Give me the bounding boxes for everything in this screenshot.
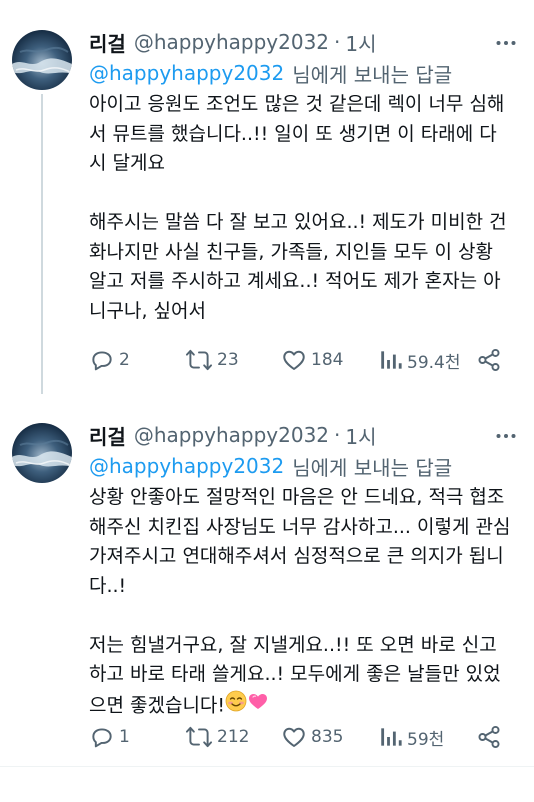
views-count: 59천 [407,729,445,750]
pink-heart-emoji [247,690,269,722]
views-button[interactable]: 59천 [379,720,444,754]
share-icon [478,348,500,372]
reply-context-label: 님에게 보내는 답글 [292,62,453,87]
share-button[interactable] [476,720,506,754]
tweet-header: 리걸 @happyhappy2032 · 1시 [89,27,377,57]
author-handle[interactable]: @happyhappy2032 [134,423,329,447]
tweet-text: 아이고 응원도 조언도 많은 것 같은데 렉이 너무 심해서 뮤트를 했습니다.… [89,90,514,326]
reply-count: 2 [119,350,130,370]
author-name[interactable]: 리걸 [89,28,126,57]
reply-button[interactable]: 1 [89,720,130,754]
retweet-button[interactable]: 23 [185,343,239,377]
action-bar: 1 212 835 59천 [89,720,509,754]
views-icon [381,728,402,746]
retweet-count: 212 [217,727,250,747]
timestamp[interactable]: 1시 [345,28,376,57]
reply-mention-link[interactable]: @happyhappy2032 [89,454,284,478]
tweet[interactable]: 리걸 @happyhappy2032 · 1시 @happyhappy2032 … [0,0,534,394]
author-name[interactable]: 리걸 [89,421,126,450]
more-icon[interactable] [495,425,517,447]
timeline-divider [0,766,534,767]
separator-dot: · [334,423,341,447]
retweet-icon [185,349,213,371]
share-button[interactable] [476,343,506,377]
tweet-paragraph-text: 저는 힘낼거구요, 잘 지낼게요..!! 또 오면 바로 신고하고 바로 타래 … [89,633,501,716]
heart-icon [283,350,305,370]
action-bar: 2 23 184 59.4천 [89,343,509,377]
tweet-paragraph: 아이고 응원도 조언도 많은 것 같은데 렉이 너무 심해서 뮤트를 했습니다.… [89,93,505,174]
tweet-paragraph: 저는 힘낼거구요, 잘 지낼게요..!! 또 오면 바로 신고하고 바로 타래 … [89,631,514,722]
smiling-face-emoji [225,690,247,722]
share-icon [478,725,500,749]
reply-mention-link[interactable]: @happyhappy2032 [89,61,284,85]
tweet-paragraph: 상황 안좋아도 절망적인 마음은 안 드네요, 적극 협조해주신 치킨집 사장님… [89,486,511,597]
more-icon[interactable] [495,32,517,54]
avatar[interactable] [12,30,72,90]
reply-count: 1 [119,727,130,747]
reply-icon [92,351,112,371]
retweet-button[interactable]: 212 [185,720,249,754]
like-count: 835 [311,727,344,747]
reply-button[interactable]: 2 [89,343,130,377]
views-count: 59.4천 [407,352,461,373]
tweet-text: 상황 안좋아도 절망적인 마음은 안 드네요, 적극 협조해주신 치킨집 사장님… [89,483,514,721]
reply-icon [92,728,112,748]
tweet-header: 리걸 @happyhappy2032 · 1시 [89,420,377,450]
retweet-icon [185,726,213,748]
views-button[interactable]: 59.4천 [379,343,461,377]
separator-dot: · [334,30,341,54]
reply-context-label: 님에게 보내는 답글 [292,455,453,480]
avatar[interactable] [12,423,72,483]
like-count: 184 [311,350,344,370]
retweet-count: 23 [217,350,239,370]
reply-context: @happyhappy2032 님에게 보내는 답글 [89,58,452,88]
heart-icon [283,727,305,747]
author-handle[interactable]: @happyhappy2032 [134,30,329,54]
reply-context: @happyhappy2032 님에게 보내는 답글 [89,451,452,481]
tweet-paragraph: 해주시는 말씀 다 잘 보고 있어요..! 제도가 미비한 건 화나지만 사실 … [89,211,507,322]
thread-connector-line [41,94,43,394]
like-button[interactable]: 835 [281,720,343,754]
tweet[interactable]: 리걸 @happyhappy2032 · 1시 @happyhappy2032 … [0,393,534,765]
like-button[interactable]: 184 [281,343,343,377]
views-icon [381,351,402,369]
timestamp[interactable]: 1시 [345,421,376,450]
